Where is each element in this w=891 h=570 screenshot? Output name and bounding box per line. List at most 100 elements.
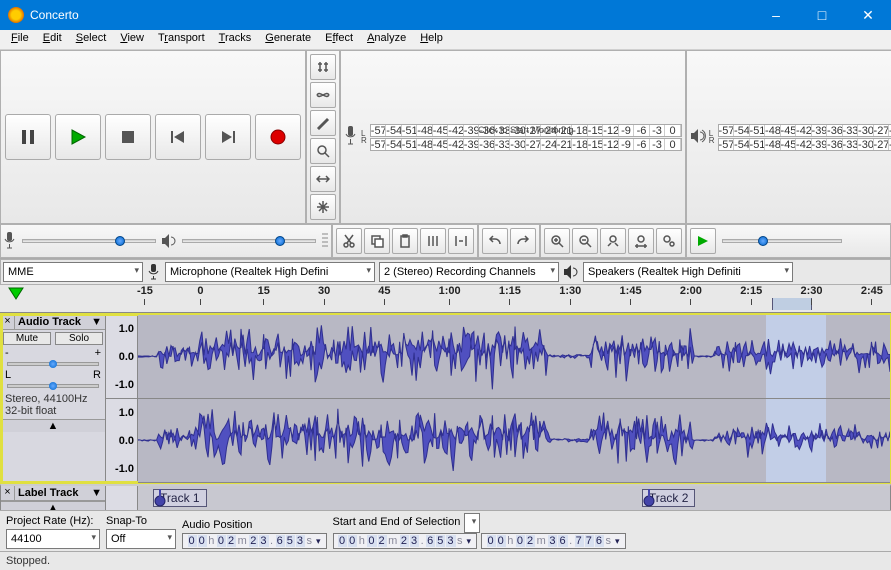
menu-file[interactable]: File <box>4 30 36 49</box>
zoom-in-button[interactable] <box>544 228 570 254</box>
menu-view[interactable]: View <box>113 30 151 49</box>
skip-end-button[interactable] <box>205 114 251 160</box>
selection-tool[interactable] <box>310 54 336 80</box>
rec-meter-r[interactable]: -57-54-51-48-45-42-39-36-33-30-27-24-21-… <box>370 138 682 151</box>
timeline[interactable]: -1501530451:001:151:301:452:002:152:302:… <box>0 285 891 313</box>
gain-slider[interactable] <box>7 362 99 366</box>
menu-edit[interactable]: Edit <box>36 30 69 49</box>
waveform-channel-l[interactable] <box>138 315 890 399</box>
rate-label: Project Rate (Hz): <box>6 515 100 527</box>
cut-button[interactable] <box>336 228 362 254</box>
zoom-tool[interactable] <box>310 138 336 164</box>
device-toolbar: MME Microphone (Realtek High Defini 2 (S… <box>0 259 891 285</box>
speaker-icon[interactable] <box>689 124 707 150</box>
play-device-select[interactable]: Speakers (Realtek High Definiti <box>583 262 793 282</box>
status-bar: Stopped. <box>0 551 891 570</box>
menu-tracks[interactable]: Tracks <box>212 30 259 49</box>
track-panel: × Label Track▼ ▲ <box>1 486 106 510</box>
menu-generate[interactable]: Generate <box>258 30 318 49</box>
menu-analyze[interactable]: Analyze <box>360 30 413 49</box>
zoom-toggle-button[interactable] <box>656 228 682 254</box>
rec-volume-slider[interactable] <box>22 239 156 243</box>
vertical-scale: 1.00.0-1.0 1.00.0-1.0 <box>106 315 138 483</box>
rec-meter-l[interactable]: Click to Start Monitoring -57-54-51-48-4… <box>370 124 682 137</box>
lr-label: LR <box>361 130 367 144</box>
track-menu[interactable]: Audio Track▼ <box>15 315 105 329</box>
titlebar: Concerto – □ ✕ <box>0 0 891 30</box>
paste-button[interactable] <box>392 228 418 254</box>
fit-project-button[interactable] <box>628 228 654 254</box>
waveform-channel-r[interactable] <box>138 399 890 483</box>
play-meter: LR -57-54-51-48-45-42-39-36-33-30-27-24-… <box>686 50 891 224</box>
track-menu[interactable]: Label Track▼ <box>15 486 105 500</box>
silence-button[interactable] <box>448 228 474 254</box>
transport-toolbar <box>0 50 306 224</box>
mic-icon[interactable] <box>343 124 359 150</box>
stop-button[interactable] <box>105 114 151 160</box>
redo-button[interactable] <box>510 228 536 254</box>
play-meter-l[interactable]: -57-54-51-48-45-42-39-36-33-30-27-24-21-… <box>718 124 891 137</box>
drag-handle[interactable] <box>321 232 329 250</box>
speed-slider[interactable] <box>722 239 842 243</box>
audio-position-field[interactable]: 00h02m23.653s▾ <box>182 533 327 549</box>
label-track[interactable]: × Label Track▼ ▲ Track 1 Track 2 <box>0 484 891 510</box>
play-meter-r[interactable]: -57-54-51-48-45-42-39-36-33-30-27-24-21-… <box>718 138 891 151</box>
menu-effect[interactable]: Effect <box>318 30 360 49</box>
fit-selection-button[interactable] <box>600 228 626 254</box>
audio-track[interactable]: × Audio Track▼ Mute Solo -+ LR Stereo, 4… <box>0 313 891 484</box>
label-area[interactable]: Track 1 Track 2 <box>138 486 890 510</box>
lr-label: LR <box>709 130 715 144</box>
solo-button[interactable]: Solo <box>55 332 103 345</box>
menu-select[interactable]: Select <box>69 30 114 49</box>
track-close-button[interactable]: × <box>1 315 15 329</box>
undo-button[interactable] <box>482 228 508 254</box>
pan-slider[interactable] <box>7 384 99 388</box>
label-marker[interactable]: Track 1 <box>153 489 207 507</box>
timeshift-tool[interactable] <box>310 166 336 192</box>
track-panel: × Audio Track▼ Mute Solo -+ LR Stereo, 4… <box>1 315 106 483</box>
envelope-tool[interactable] <box>310 82 336 108</box>
selection-end-field[interactable]: 00h02m36.776s▾ <box>481 533 626 549</box>
toolbars: LR Click to Start Monitoring -57-54-51-4… <box>0 50 891 259</box>
rec-device-select[interactable]: Microphone (Realtek High Defini <box>165 262 375 282</box>
collapse-button[interactable]: ▲ <box>1 419 105 432</box>
undo-toolbar <box>478 224 540 258</box>
selection-mode-select[interactable] <box>464 513 480 533</box>
close-button[interactable]: ✕ <box>845 0 891 30</box>
play-speed-toolbar <box>686 224 891 258</box>
meter-message: Click to Start Monitoring <box>478 125 574 135</box>
skip-start-button[interactable] <box>155 114 201 160</box>
mute-button[interactable]: Mute <box>3 332 51 345</box>
maximize-button[interactable]: □ <box>799 0 845 30</box>
track-close-button[interactable]: × <box>1 486 15 500</box>
mixer-toolbar <box>0 224 332 258</box>
selection-start-field[interactable]: 00h02m23.653s▾ <box>333 533 478 549</box>
record-button[interactable] <box>255 114 301 160</box>
waveform-area[interactable] <box>138 315 890 483</box>
multi-tool[interactable] <box>310 194 336 220</box>
channels-select[interactable]: 2 (Stereo) Recording Channels <box>379 262 559 282</box>
snap-label: Snap-To <box>106 515 176 527</box>
zoom-toolbar <box>540 224 686 258</box>
play-button[interactable] <box>55 114 101 160</box>
zoom-out-button[interactable] <box>572 228 598 254</box>
track-info: Stereo, 44100Hz32-bit float <box>1 391 105 419</box>
copy-button[interactable] <box>364 228 390 254</box>
pause-button[interactable] <box>5 114 51 160</box>
window-title: Concerto <box>30 8 753 22</box>
label-marker[interactable]: Track 2 <box>642 489 696 507</box>
playhead-icon[interactable] <box>8 287 24 301</box>
menu-transport[interactable]: Transport <box>151 30 212 49</box>
play-volume-slider[interactable] <box>182 239 316 243</box>
draw-tool[interactable] <box>310 110 336 136</box>
minimize-button[interactable]: – <box>753 0 799 30</box>
play-speed-button[interactable] <box>690 228 716 254</box>
trim-button[interactable] <box>420 228 446 254</box>
speaker-icon <box>161 230 177 252</box>
menu-help[interactable]: Help <box>413 30 450 49</box>
snap-to-select[interactable]: Off <box>106 529 176 549</box>
audio-host-select[interactable]: MME <box>3 262 143 282</box>
selection-toolbar: Project Rate (Hz): 44100 Snap-To Off Aud… <box>0 510 891 570</box>
collapse-button[interactable]: ▲ <box>1 501 105 510</box>
project-rate-select[interactable]: 44100 <box>6 529 100 549</box>
